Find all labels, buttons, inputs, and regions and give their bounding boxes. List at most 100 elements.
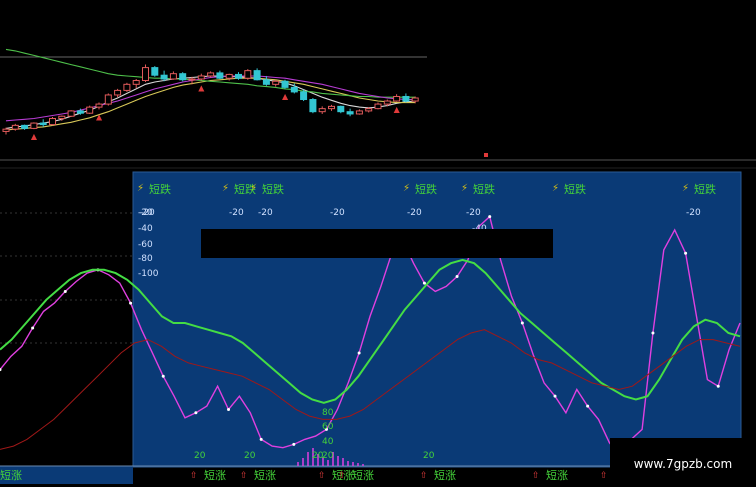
candle-body — [104, 94, 112, 105]
osc-point — [422, 281, 426, 285]
osc-point — [716, 384, 720, 388]
buy-label: 短涨 — [434, 468, 456, 482]
candle-body — [142, 67, 149, 82]
buy-arrow: ▲ — [394, 105, 401, 114]
sell-icon: ⚡ — [552, 183, 559, 194]
buy-arrow: ▲ — [96, 112, 103, 121]
candle-body — [374, 103, 382, 110]
candle-body — [207, 72, 215, 77]
bottom-value-label: 20 — [194, 451, 206, 461]
candle-body — [132, 80, 140, 85]
candle-body — [318, 108, 326, 113]
osc-point — [31, 326, 35, 330]
bottom-value-label: 20 — [244, 451, 256, 461]
bottom-value-label: 20 — [312, 451, 324, 461]
osc-point — [194, 411, 198, 415]
candle-body — [411, 97, 419, 102]
osc-point — [455, 274, 459, 278]
buy-icon: ⇧ — [190, 471, 198, 481]
bottom-value-label: 20 — [423, 451, 435, 461]
candle-body — [76, 110, 84, 114]
sell-icon: ⚡ — [403, 183, 410, 194]
occluded-region — [427, 0, 756, 112]
osc-point — [684, 251, 688, 255]
osc-point — [129, 301, 133, 305]
candle-body — [365, 108, 373, 112]
candle-body — [169, 73, 177, 80]
candle-body — [123, 83, 131, 91]
osc-point — [488, 215, 492, 219]
osc-point — [586, 404, 590, 408]
candle-body — [2, 128, 10, 132]
candle-body — [160, 74, 168, 80]
bottom-value-label: 80 — [322, 408, 334, 418]
buy-arrow: ▲ — [198, 84, 205, 93]
candle-body — [328, 105, 335, 110]
candle-body — [39, 122, 47, 126]
sell-icon: ⚡ — [137, 183, 144, 194]
buy-icon: ⇧ — [318, 471, 326, 481]
osc-point — [292, 442, 296, 446]
osc-point — [259, 437, 263, 441]
top-value-label: -20 — [330, 208, 345, 218]
candle-body — [244, 70, 252, 79]
buy-label: 短涨 — [352, 468, 374, 482]
sell-label: 短跌 — [473, 182, 495, 196]
candle-body — [30, 122, 38, 129]
osc-point — [161, 374, 165, 378]
chart-canvas[interactable]: ▲▲▲▲▲ ⚡ 短跌 ⚡ 短跌⚡ 短跌 ⚡ 短跌 ⚡ 短跌 ⚡ 短跌 ⚡ 短跌-20 -20 -20 -20-… — [0, 0, 756, 487]
axis-label: -20 — [138, 208, 153, 218]
buy-label: 短涨 — [204, 468, 226, 482]
buy-label: 短涨 — [546, 468, 568, 482]
stock-chart-screen: ▲ ▲ ▲ ▲ ▲ ⚡ 短跌 ⚡ 短跌 ⚡ 短跌 ⚡ 短跌 ⚡ 短跌 ⚡ 短跌 ⚡ 短跌 -20 -20 -20 -20-… — [0, 0, 756, 487]
candle-body — [114, 89, 122, 96]
top-value-label: -20 — [466, 208, 481, 218]
candle-body — [262, 79, 270, 85]
candle-body — [355, 110, 363, 115]
axis-label: -100 — [138, 269, 159, 279]
top-value-label: -20 — [229, 208, 244, 218]
red-marker — [484, 153, 488, 157]
candle-body — [49, 118, 56, 126]
candle-body — [393, 95, 401, 102]
candle-body — [67, 110, 75, 117]
buy-arrow: ▲ — [282, 92, 289, 101]
watermark-text: www.7gpzb.com — [634, 457, 732, 471]
top-value-label: -20 — [686, 208, 701, 218]
candle-body — [309, 99, 317, 113]
candle-body — [272, 80, 280, 85]
buy-icon: ⇧ — [420, 471, 428, 481]
bottom-value-label: 20 — [322, 451, 334, 461]
buy-label: 短涨 — [254, 468, 276, 482]
candle-body — [21, 124, 29, 129]
candle-body — [337, 105, 345, 113]
sell-icon: ⚡ — [250, 183, 257, 194]
candle-body — [216, 72, 224, 79]
oscillator-background — [132, 171, 742, 468]
candle-body — [235, 73, 242, 79]
axis-label: -80 — [138, 254, 153, 264]
candle-body — [179, 73, 187, 81]
bottom-value-label: 60 — [322, 422, 334, 432]
candle-body — [346, 111, 354, 115]
buy-icon: ⇧ — [532, 471, 540, 481]
osc-point — [357, 351, 361, 355]
candle-body — [58, 115, 66, 120]
candle-body — [95, 103, 103, 108]
top-value-label: -20 — [407, 208, 422, 218]
buy-icon: ⇧ — [240, 471, 248, 481]
sell-label: 短跌 — [694, 182, 716, 196]
sell-label: 短跌 — [149, 182, 171, 196]
sell-label: 短跌 — [262, 182, 284, 196]
candle-body — [11, 124, 19, 130]
candle-body — [86, 106, 94, 114]
buy-arrow: ▲ — [31, 132, 38, 141]
sell-icon: ⚡ — [222, 183, 229, 194]
top-value-label: -20 — [258, 208, 273, 218]
redacted-bar — [201, 229, 553, 258]
buy-label: 短涨 — [0, 468, 22, 482]
candle-body — [383, 100, 391, 105]
osc-point — [651, 331, 655, 335]
buy-icon: ⇧ — [600, 471, 608, 481]
candle-body — [253, 70, 261, 81]
